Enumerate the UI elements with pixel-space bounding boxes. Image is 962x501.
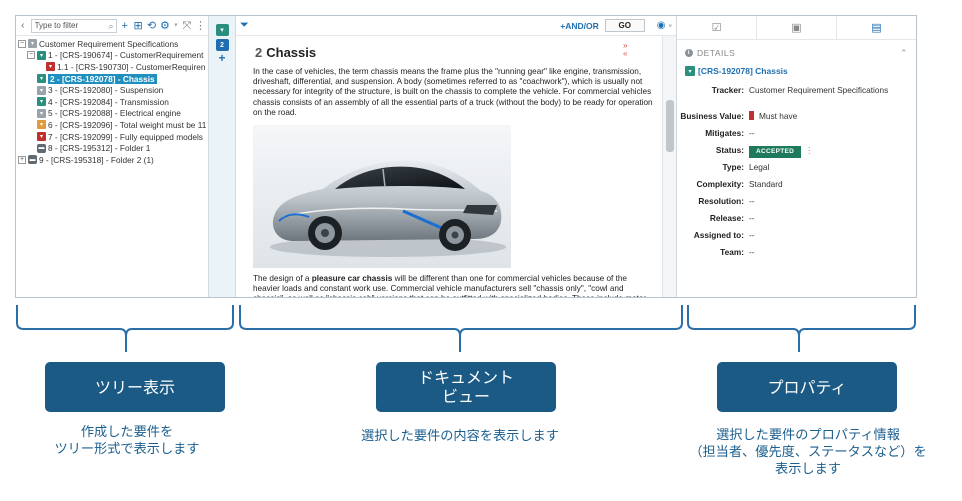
properties-desc-line-1: 選択した要件のプロパティ情報 [716,428,900,443]
tree-desc-line-2: ツリー形式で表示します [54,442,200,457]
properties-desc-line-2: （担当者、優先度、ステータスなど）を [689,445,927,460]
properties-bracket [687,305,916,352]
document-bracket [239,305,683,352]
properties-desc-line-3: 表示します [775,462,841,477]
tree-bracket [16,305,234,352]
properties-title: プロパティ [767,377,847,397]
tree-desc-line-1: 作成した要件を [80,425,174,440]
tree-view-callout: ツリー表示 [45,362,225,412]
document-desc-line: 選択した要件の内容を表示します [361,429,559,444]
tree-view-description: 作成した要件を ツリー形式で表示します [20,424,234,458]
properties-description: 選択した要件のプロパティ情報 （担当者、優先度、ステータスなど）を 表示します [668,427,948,478]
document-view-title-2: ビュー [441,387,490,406]
document-view-description: 選択した要件の内容を表示します [300,428,620,445]
tree-view-title: ツリー表示 [94,377,175,397]
document-view-callout: ドキュメント ビュー [376,362,556,412]
properties-callout: プロパティ [717,362,897,412]
document-view-title-1: ドキュメント [417,368,514,387]
